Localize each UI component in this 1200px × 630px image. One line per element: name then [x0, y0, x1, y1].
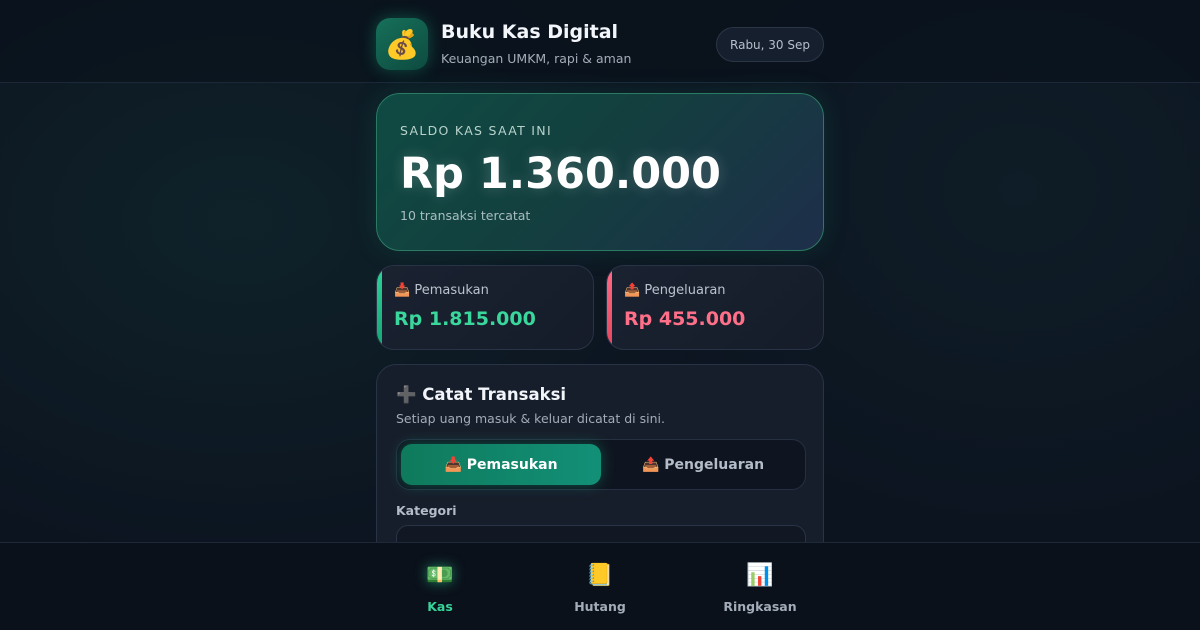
ledger-icon: 📒 — [586, 563, 614, 588]
form-subtitle: Setiap uang masuk & keluar dicatat di si… — [396, 411, 665, 426]
income-type-button[interactable]: 📥 Pemasukan — [401, 444, 601, 485]
app-subtitle: Keuangan UMKM, rapi & aman — [441, 51, 632, 66]
nav-item-hutang[interactable]: 📒 Hutang — [540, 543, 660, 630]
income-summary-card: 📥 Pemasukan Rp 1.815.000 — [376, 265, 594, 350]
form-title: ➕ Catat Transaksi — [396, 385, 567, 404]
category-label: Kategori — [396, 503, 457, 518]
expense-value: Rp 455.000 — [624, 308, 746, 330]
income-value: Rp 1.815.000 — [394, 308, 536, 330]
app-title: Buku Kas Digital — [441, 21, 619, 43]
expense-type-button[interactable]: 📤 Pengeluaran — [603, 444, 803, 485]
nav-item-kas[interactable]: 💵 Kas — [380, 543, 500, 630]
money-bag-icon: 💰 — [376, 18, 428, 70]
banknote-icon: 💵 — [426, 563, 454, 588]
top-header: 💰 Buku Kas Digital Keuangan UMKM, rapi &… — [0, 0, 1200, 83]
balance-card: SALDO KAS SAAT INI Rp 1.360.000 10 trans… — [376, 93, 824, 251]
nav-item-ringkasan[interactable]: 📊 Ringkasan — [700, 543, 820, 630]
transaction-count: 10 transaksi tercatat — [400, 208, 531, 223]
balance-label: SALDO KAS SAAT INI — [400, 123, 552, 138]
expense-accent-bar — [607, 266, 612, 349]
date-chip: Rabu, 30 Sep — [716, 27, 824, 62]
expense-summary-card: 📤 Pengeluaran Rp 455.000 — [606, 265, 824, 350]
record-transaction-card: ➕ Catat Transaksi Setiap uang masuk & ke… — [376, 364, 824, 569]
nav-label-hutang: Hutang — [574, 599, 626, 614]
bar-chart-icon: 📊 — [746, 563, 774, 588]
income-accent-bar — [377, 266, 382, 349]
income-label: 📥 Pemasukan — [394, 283, 489, 298]
transaction-type-toggle: 📥 Pemasukan 📤 Pengeluaran — [396, 439, 806, 490]
balance-value: Rp 1.360.000 — [400, 149, 721, 199]
nav-label-kas: Kas — [427, 599, 453, 614]
header-content: 💰 Buku Kas Digital Keuangan UMKM, rapi &… — [376, 18, 824, 70]
bottom-navigation: 💵 Kas 📒 Hutang 📊 Ringkasan — [0, 542, 1200, 630]
expense-label: 📤 Pengeluaran — [624, 283, 726, 298]
nav-label-ringkasan: Ringkasan — [723, 599, 797, 614]
